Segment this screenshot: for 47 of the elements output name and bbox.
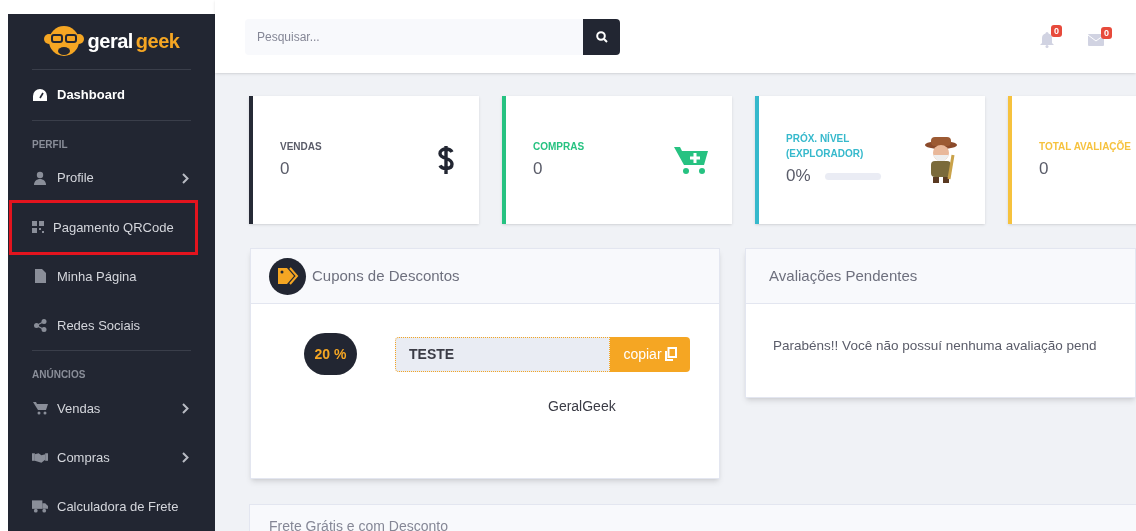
logo[interactable]: geralgeek	[32, 14, 191, 70]
envelope-icon[interactable]	[1088, 33, 1104, 46]
stat-label: PRÓX. NÍVEL (EXPLORADOR)	[786, 131, 865, 162]
search-button[interactable]	[583, 18, 620, 55]
cart-icon	[32, 401, 48, 415]
store-name: GeralGeek	[547, 397, 617, 416]
sidebar-item[interactable]: Profile	[20, 153, 203, 203]
stat-label: TOTAL AVALIAÇÕE	[1039, 139, 1133, 154]
stat-value: 0	[533, 157, 544, 180]
empty-message: Parabéns!! Você não possuí nenhuma avaliação pend	[772, 337, 1098, 355]
stat-label: VENDAS	[280, 139, 323, 154]
discount-badge: 20 %	[304, 333, 357, 375]
section-heading: PERFIL	[31, 137, 69, 152]
stat-value: 0%	[786, 165, 811, 188]
qrcode-icon	[32, 221, 44, 234]
truck-icon	[32, 500, 48, 513]
dashboard-gauge-icon	[32, 87, 48, 102]
monkey-glasses-logo-icon	[43, 24, 84, 59]
cart-plus-icon	[674, 145, 708, 175]
panel-title: Cupons de Descontos	[312, 265, 460, 286]
sidebar-item[interactable]: Pagamento QRCode	[12, 202, 195, 252]
panel-title: Frete Grátis e com Desconto	[269, 518, 448, 531]
handshake-icon	[32, 451, 48, 463]
logo-text: geralgeek	[87, 29, 180, 55]
sidebar-item[interactable]: Minha Página	[20, 251, 203, 301]
sidebar-item[interactable]: Redes Sociais	[20, 300, 203, 350]
stat-label: COMPRAS	[533, 139, 586, 154]
tag-icon	[269, 257, 306, 295]
stat-value: 0	[280, 157, 291, 180]
count-badge: 0	[1101, 26, 1112, 39]
stat-value: 0	[1039, 157, 1050, 180]
bell-icon[interactable]	[1040, 31, 1054, 48]
dollar-icon	[437, 145, 455, 175]
sidebar-item[interactable]: Vendas	[20, 383, 203, 433]
sidebar-item[interactable]: Calculadora de Frete	[20, 481, 203, 531]
user-icon	[33, 171, 47, 186]
count-badge: 0	[1051, 24, 1062, 37]
search-icon	[595, 30, 608, 43]
coupon-code-field[interactable]: TESTE	[395, 336, 610, 372]
section-heading: ANÚNCIOS	[31, 367, 87, 382]
document-icon	[34, 269, 46, 284]
search-field[interactable]: Pesquisar...	[245, 18, 583, 55]
panel-title: Avaliações Pendentes	[769, 265, 918, 286]
sidebar-item[interactable]: Compras	[20, 432, 203, 482]
sidebar-item[interactable]: Dashboard	[20, 69, 203, 120]
copy-icon	[664, 347, 677, 361]
share-icon	[33, 318, 47, 332]
